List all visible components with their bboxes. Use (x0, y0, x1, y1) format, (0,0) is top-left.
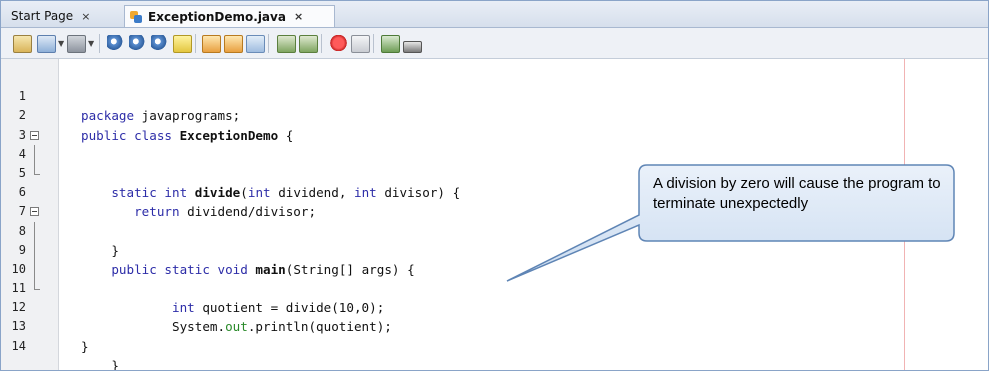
code-line: 2 public class ExceptionDemo { (1, 87, 901, 142)
shift-left-icon[interactable] (277, 35, 296, 53)
fold-toggle-icon[interactable] (30, 130, 39, 140)
uncomment-icon[interactable] (403, 41, 422, 53)
toggle-bookmark-icon[interactable] (246, 35, 265, 53)
annotation-callout: A division by zero will cause the progra… (506, 164, 955, 282)
tab-label: ExceptionDemo.java (148, 9, 286, 24)
find-next-icon[interactable] (151, 35, 168, 51)
find-previous-icon[interactable] (129, 35, 146, 51)
stop-macro-icon[interactable] (351, 35, 370, 53)
code-line: 1 package javaprograms; (1, 68, 901, 123)
forward-icon[interactable] (67, 35, 86, 53)
tab-label: Start Page (11, 9, 74, 23)
tab-bar: Start Page × ExceptionDemo.java × (1, 1, 988, 28)
back-icon[interactable] (37, 35, 56, 53)
chevron-down-icon[interactable]: ▼ (58, 39, 64, 48)
editor-window: Start Page × ExceptionDemo.java × ▼ ▼ 1 … (0, 0, 989, 371)
code-line: 11 System.out.println(quotient); (1, 259, 901, 334)
fold-toggle-icon[interactable] (30, 207, 39, 217)
code-text[interactable]: } (81, 356, 119, 370)
find-selection-icon[interactable] (107, 35, 124, 51)
shift-right-icon[interactable] (299, 35, 318, 53)
line-number: 14 (11, 338, 26, 353)
next-bookmark-icon[interactable] (224, 35, 243, 53)
code-line: 5 return dividend/divisor; (1, 144, 901, 219)
tab-start-page[interactable]: Start Page × (11, 6, 90, 26)
code-line: 3 (1, 106, 901, 142)
java-file-icon (129, 10, 143, 24)
code-line: 14 (1, 317, 901, 353)
code-line: 12 } (1, 279, 901, 370)
callout-text: A division by zero will cause the progra… (653, 175, 941, 212)
code-line: 4 static int divide(int dividend, int di… (1, 126, 901, 200)
comment-icon[interactable] (381, 35, 400, 53)
last-edit-icon[interactable] (13, 35, 32, 53)
toggle-highlight-icon[interactable] (173, 35, 192, 53)
start-macro-icon[interactable] (330, 35, 347, 51)
chevron-down-icon[interactable]: ▼ (88, 39, 94, 48)
code-line: 13 } (1, 298, 901, 353)
previous-bookmark-icon[interactable] (202, 35, 221, 53)
editor-toolbar: ▼ ▼ (1, 28, 988, 59)
close-icon[interactable]: × (294, 10, 303, 23)
close-icon[interactable]: × (81, 10, 90, 23)
tab-exception-demo[interactable]: ExceptionDemo.java × (124, 5, 335, 27)
code-text[interactable]: } (81, 337, 89, 356)
